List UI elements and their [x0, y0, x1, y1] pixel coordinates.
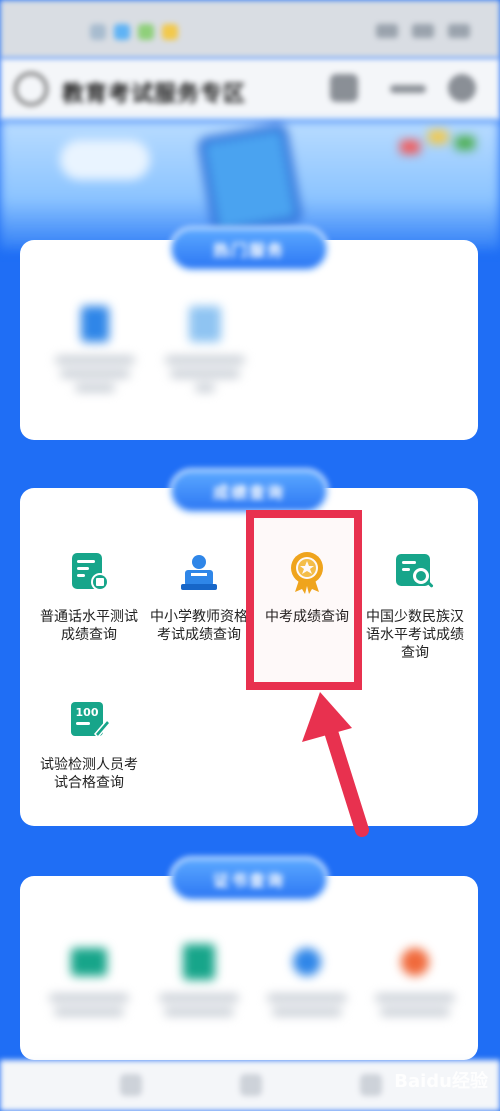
section-title: 证书查询 — [169, 856, 329, 902]
service-item[interactable] — [40, 302, 150, 392]
signal-icon — [376, 24, 398, 38]
certificate-item[interactable] — [360, 940, 470, 1016]
section-title: 热门服务 — [169, 226, 329, 272]
service-item[interactable] — [150, 302, 260, 392]
app-header: 教育考试服务专区 — [0, 58, 500, 120]
section-certificate-query: 证书查询 — [20, 856, 478, 1060]
section-title: 成绩查询 — [169, 468, 329, 514]
badge-icon — [293, 948, 321, 976]
minority-chinese-score-query[interactable]: 中国少数民族汉语水平考试成绩查询 — [360, 550, 470, 662]
watermark: Baidu经验 — [394, 1071, 488, 1092]
teacher-qualification-score-query[interactable]: 中小学教师资格考试成绩查询 — [144, 550, 254, 644]
battery-icon — [448, 24, 470, 38]
more-icon[interactable] — [390, 85, 426, 93]
nav-icon[interactable] — [360, 1074, 382, 1096]
section-hot-services: 热门服务 — [20, 226, 478, 440]
score-100-icon: 100 — [71, 702, 112, 739]
grid-icon[interactable] — [330, 74, 358, 102]
close-icon[interactable] — [448, 74, 476, 102]
decoration — [428, 130, 448, 144]
nav-icon[interactable] — [120, 1074, 142, 1096]
decoration — [455, 136, 475, 150]
status-icon — [90, 24, 106, 40]
item-label: 中国少数民族汉语水平考试成绩查询 — [366, 609, 464, 661]
certificate-icon — [189, 306, 221, 342]
item-label: 中小学教师资格考试成绩查询 — [150, 609, 248, 643]
certificate-item[interactable] — [252, 940, 362, 1016]
status-icon — [114, 24, 130, 40]
cloud-decoration — [60, 140, 150, 180]
svg-text:100: 100 — [76, 706, 99, 719]
test-inspector-exam-query[interactable]: 100 试验检测人员考试合格查询 — [34, 698, 144, 792]
certificate-icon — [71, 948, 107, 976]
wifi-icon — [412, 24, 434, 38]
putonghua-score-query[interactable]: 普通话水平测试成绩查询 — [34, 550, 144, 644]
status-bar — [0, 0, 500, 58]
document-icon — [81, 306, 109, 342]
certificate-item[interactable] — [34, 940, 144, 1016]
decoration — [400, 140, 420, 154]
status-icon — [138, 24, 154, 40]
home-icon[interactable] — [14, 72, 48, 106]
page-title: 教育考试服务专区 — [62, 82, 247, 107]
highlight-box — [246, 510, 362, 690]
search-document-icon — [396, 554, 434, 588]
status-icon — [162, 24, 178, 40]
document-icon — [183, 944, 215, 980]
badge-icon — [401, 948, 429, 976]
certificate-item[interactable] — [144, 940, 254, 1016]
item-label: 普通话水平测试成绩查询 — [40, 609, 138, 643]
book-illustration — [197, 122, 303, 238]
nav-icon[interactable] — [240, 1074, 262, 1096]
teacher-icon — [181, 555, 217, 590]
item-label: 试验检测人员考试合格查询 — [40, 757, 138, 791]
report-icon — [72, 553, 109, 591]
